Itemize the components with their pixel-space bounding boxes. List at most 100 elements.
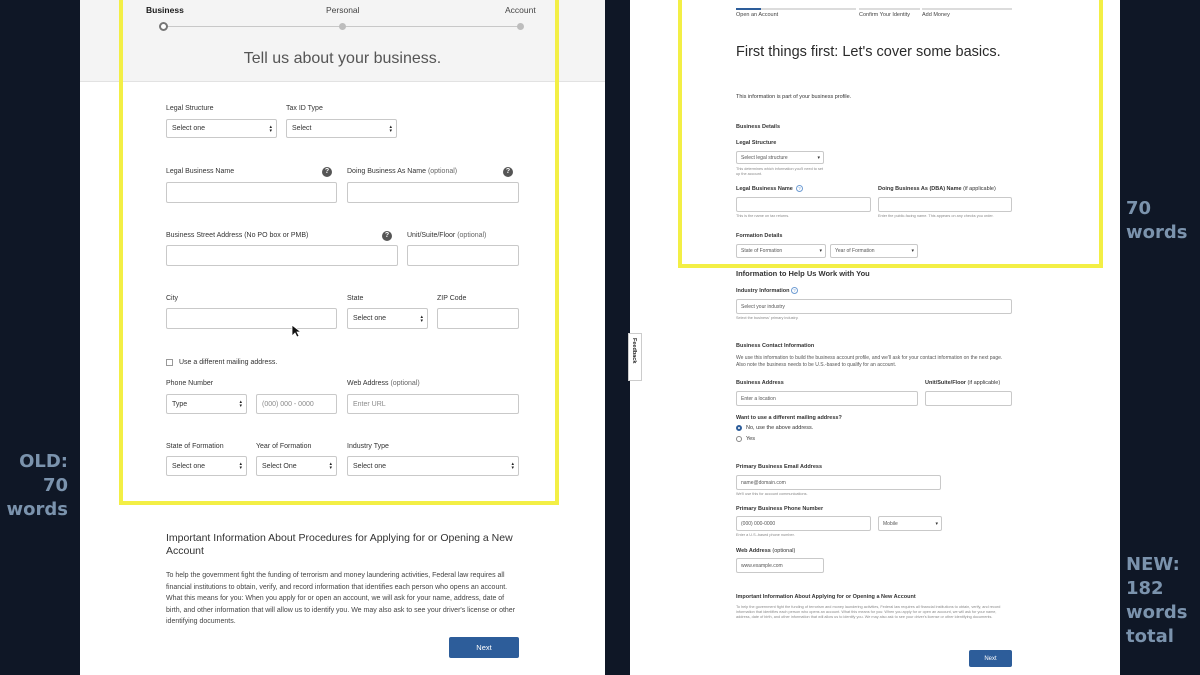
web-address-label: Web Address (optional) — [736, 548, 796, 554]
industry-type-select[interactable]: Select one — [347, 456, 519, 476]
mailing-yes-radio[interactable] — [736, 436, 742, 442]
city-input[interactable] — [166, 308, 337, 329]
phone-input[interactable]: (000) 000 - 0000 — [256, 394, 337, 414]
state-formation-label: State of Formation — [166, 443, 224, 450]
progress-bar-open — [736, 8, 856, 10]
next-button[interactable]: Next — [449, 637, 519, 658]
progress-bar-add — [922, 8, 1012, 10]
legal-name-label: Legal Business Name — [166, 168, 235, 175]
tax-id-select[interactable]: Select — [286, 119, 397, 138]
tax-id-label: Tax ID Type — [286, 105, 323, 112]
tab-open-account[interactable]: Open an Account — [736, 12, 778, 18]
legal-structure-select[interactable]: Select legal structure — [736, 151, 824, 164]
old-form-header: Business Personal Account Tell us about … — [80, 0, 605, 82]
dba-label: Doing Business As Name (optional) — [347, 168, 458, 175]
legal-structure-help: This determines which information you'll… — [736, 167, 824, 176]
info-body: To help the government fight the funding… — [736, 605, 1001, 619]
contact-intro: We use this information to build the bus… — [736, 355, 1003, 368]
step-dot-personal — [339, 23, 346, 30]
phone-input[interactable]: (000) 000-0000 — [736, 516, 871, 531]
web-address-input[interactable]: www.example.com — [736, 558, 824, 573]
industry-help: Select the business' primary industry. — [736, 316, 799, 320]
industry-label: Industry Information — [736, 288, 790, 294]
tab-confirm-identity[interactable]: Confirm Your Identity — [859, 12, 910, 18]
year-formation-select[interactable]: Select One — [256, 456, 337, 476]
next-button[interactable]: Next — [969, 650, 1012, 667]
unit-input[interactable] — [925, 391, 1012, 406]
business-details-heading: Business Details — [736, 124, 781, 130]
email-input[interactable]: name@domain.com — [736, 475, 941, 490]
business-address-label: Business Address — [736, 380, 784, 386]
mailing-question: Want to use a different mailing address? — [736, 415, 842, 421]
state-formation-select[interactable]: State of Formation — [736, 244, 826, 258]
state-select[interactable]: Select one — [347, 308, 428, 329]
old-form-panel: Business Personal Account Tell us about … — [80, 0, 605, 675]
business-address-input[interactable]: Enter a location — [736, 391, 918, 406]
street-address-label: Business Street Address (No PO box or PM… — [166, 232, 309, 239]
info-title: Important Information About Procedures f… — [166, 532, 513, 557]
phone-help: Enter a U.S.-based phone number. — [736, 533, 795, 537]
step-personal[interactable]: Personal — [326, 5, 360, 15]
help-icon[interactable]: ? — [791, 287, 798, 294]
phone-type-select[interactable]: Mobile — [878, 516, 942, 531]
step-dot-business — [159, 22, 168, 31]
street-address-input[interactable] — [166, 245, 398, 266]
email-help: We'll use this for account communication… — [736, 492, 808, 496]
mailing-address-checkbox[interactable] — [166, 359, 173, 366]
phone-type-select[interactable]: Type — [166, 394, 247, 414]
help-icon[interactable]: ? — [322, 167, 332, 177]
web-address-label: Web Address (optional) — [347, 380, 420, 387]
page-title: First things first: Let's cover some bas… — [736, 44, 1001, 60]
help-icon[interactable]: ? — [382, 231, 392, 241]
step-account[interactable]: Account — [505, 5, 536, 15]
legal-name-input[interactable] — [166, 182, 337, 203]
mailing-no-radio[interactable] — [736, 425, 742, 431]
year-formation-label: Year of Formation — [256, 443, 312, 450]
tab-add-money[interactable]: Add Money — [922, 12, 950, 18]
help-icon[interactable]: ? — [503, 167, 513, 177]
year-formation-select[interactable]: Year of Formation — [830, 244, 918, 258]
industry-input[interactable]: Select your industry — [736, 299, 1012, 314]
city-label: City — [166, 295, 179, 302]
step-business[interactable]: Business — [146, 5, 184, 15]
state-formation-select[interactable]: Select one — [166, 456, 247, 476]
legal-name-label: Legal Business Name — [736, 186, 793, 192]
legal-structure-label: Legal Structure — [736, 140, 777, 146]
dba-input[interactable] — [347, 182, 519, 203]
page-title: Tell us about your business. — [243, 50, 442, 67]
mouse-cursor-icon — [291, 324, 301, 338]
unit-label: Unit/Suite/Floor (if applicable) — [925, 380, 1001, 386]
zip-input[interactable] — [437, 308, 519, 329]
zip-label: ZIP Code — [437, 295, 467, 302]
contact-heading: Business Contact Information — [736, 343, 815, 349]
old-word-count-label: OLD: 70 words — [6, 451, 68, 520]
industry-type-label: Industry Type — [347, 443, 389, 450]
unit-input[interactable] — [407, 245, 519, 266]
intro-text: This information is part of your busines… — [736, 94, 852, 100]
dba-input[interactable] — [878, 197, 1012, 212]
phone-label: Primary Business Phone Number — [736, 506, 824, 512]
new-form-panel: Open an Account Confirm Your Identity Ad… — [630, 0, 1120, 675]
email-label: Primary Business Email Address — [736, 464, 823, 470]
state-label: State — [347, 295, 364, 302]
legal-name-help: This is the name on tax returns. — [736, 214, 790, 218]
help-icon[interactable]: ? — [796, 185, 803, 192]
legal-structure-label: Legal Structure — [166, 105, 214, 112]
work-with-you-heading: Information to Help Us Work with You — [736, 269, 870, 278]
unit-label: Unit/Suite/Floor (optional) — [407, 232, 487, 239]
legal-structure-select[interactable]: Select one — [166, 119, 277, 138]
mailing-no-label: No, use the above address. — [746, 425, 814, 431]
new-top-word-count-label: 70 words — [1126, 198, 1188, 243]
formation-details-heading: Formation Details — [736, 233, 783, 239]
info-body: To help the government fight the funding… — [166, 572, 516, 625]
new-total-word-count-label: NEW: 182 words total — [1126, 554, 1188, 647]
feedback-tab[interactable]: Feedback — [628, 333, 642, 381]
web-address-input[interactable]: Enter URL — [347, 394, 519, 414]
progress-bar-confirm — [859, 8, 920, 10]
mailing-address-label: Use a different mailing address. — [179, 359, 278, 366]
info-title: Important Information About Applying for… — [736, 594, 916, 600]
dba-help: Enter the public-facing name. This appea… — [878, 214, 994, 218]
phone-label: Phone Number — [166, 380, 214, 387]
dba-label: Doing Business As (DBA) Name (if applica… — [878, 186, 996, 192]
legal-name-input[interactable] — [736, 197, 871, 212]
